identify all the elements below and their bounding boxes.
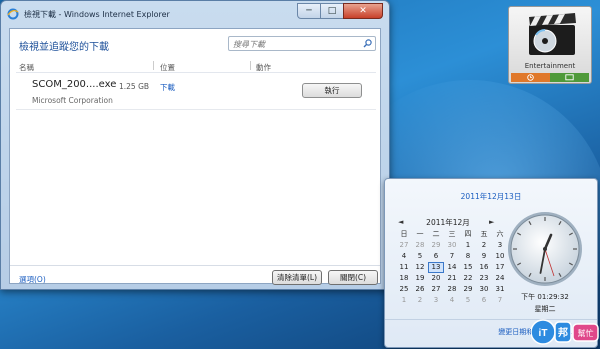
calendar-day[interactable]: 6 (476, 295, 492, 306)
calendar-day[interactable]: 30 (476, 284, 492, 295)
calendar-day[interactable]: 12 (412, 262, 428, 273)
calendar-day[interactable]: 3 (428, 295, 444, 306)
calendar-day[interactable]: 7 (444, 251, 460, 262)
clapperboard-icon (529, 13, 576, 55)
svg-text:iT: iT (539, 328, 548, 339)
weekday-label: 四 (464, 230, 472, 238)
calendar-day[interactable]: 19 (412, 273, 428, 284)
calendar-day[interactable]: 1 (460, 240, 476, 251)
digital-time: 下午 01:29:32 (521, 293, 569, 301)
column-separator (250, 61, 251, 70)
long-date-link[interactable]: 2011年12月13日 (385, 191, 597, 202)
weekday-label: 三 (448, 230, 456, 238)
close-button[interactable]: 關閉(C) (328, 270, 378, 285)
calendar-day[interactable]: 30 (444, 240, 460, 251)
options-link[interactable]: 選項(O) (19, 274, 46, 285)
calendar-day-today[interactable]: 13 (428, 262, 444, 273)
calendar-day[interactable]: 8 (460, 251, 476, 262)
entertainment-gadget[interactable]: Entertainment (508, 6, 592, 84)
internet-explorer-icon (7, 8, 19, 20)
calendar-day[interactable]: 11 (396, 262, 412, 273)
row-divider (16, 109, 376, 110)
search-input[interactable]: 搜尋下載 (228, 36, 376, 51)
gadget-label: Entertainment (524, 62, 576, 70)
calendar-week: 4 5 6 7 8 9 10 (396, 251, 508, 262)
column-separator (153, 61, 154, 70)
calendar-day[interactable]: 5 (412, 251, 428, 262)
run-button[interactable]: 執行 (302, 83, 362, 98)
tv-icon (565, 74, 574, 81)
weekday-name: 星期二 (534, 305, 556, 313)
calendar-week: 25 26 27 28 29 30 31 (396, 284, 508, 295)
search-icon[interactable] (363, 39, 372, 48)
weekday-label: 一 (416, 230, 424, 238)
file-location-link[interactable]: 下載 (160, 82, 175, 93)
calendar-day[interactable]: 27 (428, 284, 444, 295)
calendar-day[interactable]: 25 (396, 284, 412, 295)
weekday-label: 二 (432, 230, 440, 238)
calendar-day[interactable]: 5 (460, 295, 476, 306)
calendar-day[interactable]: 15 (460, 262, 476, 273)
gadget-tabs (511, 73, 589, 82)
calendar-day[interactable]: 9 (476, 251, 492, 262)
file-size: 1.25 GB (119, 82, 150, 91)
weekday-header-row: 日 一 二 三 四 五 六 (396, 229, 508, 240)
calendar-week: 11 12 13 14 15 16 17 (396, 262, 508, 273)
footer-divider (10, 265, 380, 266)
calendar-day[interactable]: 27 (396, 240, 412, 251)
calendar-day[interactable]: 16 (476, 262, 492, 273)
downloads-panel: 檢視並追蹤您的下載 搜尋下載 名稱 位置 動作 SCOM_200....exe … (9, 28, 381, 285)
svg-text:幫忙: 幫忙 (578, 328, 594, 338)
page-title: 檢視並追蹤您的下載 (19, 42, 109, 53)
file-publisher: Microsoft Corporation (32, 96, 113, 105)
calendar-day[interactable]: 29 (428, 240, 444, 251)
clock-icon (527, 74, 534, 81)
calendar-day[interactable]: 29 (460, 284, 476, 295)
prev-month-button[interactable]: ◄ (398, 218, 403, 226)
month-title[interactable]: 2011年12月 (413, 217, 483, 228)
calendar-day[interactable]: 21 (444, 273, 460, 284)
calendar-day[interactable]: 6 (428, 251, 444, 262)
analog-clock (508, 212, 582, 286)
calendar-day[interactable]: 22 (460, 273, 476, 284)
calendar-week: 18 19 20 21 22 23 24 (396, 273, 508, 284)
window-title: 檢視下載 - Windows Internet Explorer (24, 9, 170, 19)
weekday-label: 五 (480, 230, 488, 238)
calendar-day[interactable]: 28 (412, 240, 428, 251)
maximize-button[interactable]: □ (320, 3, 344, 19)
calendar-day[interactable]: 18 (396, 273, 412, 284)
next-month-button[interactable]: ► (489, 218, 494, 226)
calendar-day[interactable]: 14 (444, 262, 460, 273)
close-window-button[interactable]: ✕ (343, 3, 383, 19)
file-name[interactable]: SCOM_200....exe (32, 79, 116, 90)
calendar-day[interactable]: 20 (428, 273, 444, 284)
view-downloads-window: 檢視下載 - Windows Internet Explorer ─ □ ✕ 檢… (0, 0, 390, 290)
calendar-day[interactable]: 28 (444, 284, 460, 295)
calendar-week: 27 28 29 30 1 2 3 (396, 240, 508, 251)
gadget-tab-tv[interactable] (550, 73, 589, 82)
calendar-day[interactable]: 2 (476, 240, 492, 251)
calendar-day[interactable]: 2 (412, 295, 428, 306)
calendar-day[interactable]: 23 (476, 273, 492, 284)
header-divider (16, 72, 376, 73)
calendar-week: 1 2 3 4 5 6 7 (396, 295, 508, 306)
calendar-day[interactable]: 26 (412, 284, 428, 295)
svg-text:邦: 邦 (558, 326, 568, 339)
search-placeholder: 搜尋下載 (233, 40, 265, 49)
window-controls: ─ □ ✕ (297, 3, 383, 19)
calendar-day[interactable]: 4 (444, 295, 460, 306)
minimize-button[interactable]: ─ (297, 3, 321, 19)
ithome-watermark-logo: iT 邦 幫忙 (531, 319, 599, 345)
calendar-grid: 日 一 二 三 四 五 六 27 28 29 30 1 2 3 4 5 6 7 … (396, 229, 508, 306)
gadget-tab-history[interactable] (511, 73, 550, 82)
clear-list-button[interactable]: 清除清單(L) (272, 270, 322, 285)
calendar-day[interactable]: 1 (396, 295, 412, 306)
weekday-label: 日 (400, 230, 408, 238)
calendar-day[interactable]: 4 (396, 251, 412, 262)
